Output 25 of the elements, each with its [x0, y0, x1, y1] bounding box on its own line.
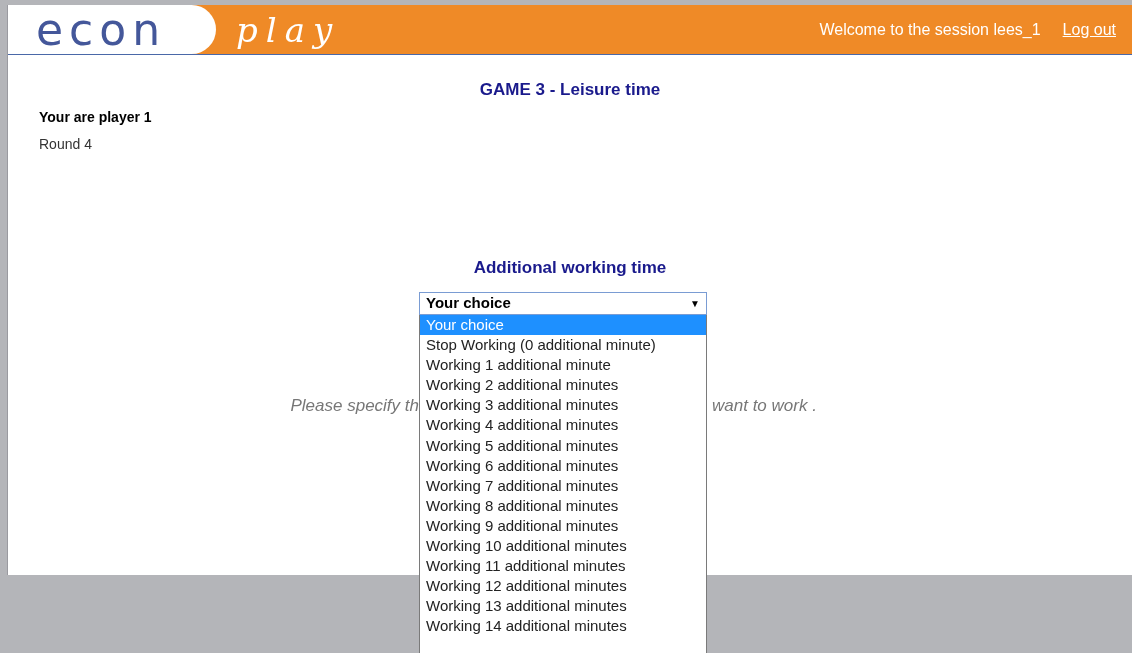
- section-title: Additional working time: [472, 256, 668, 279]
- dropdown-option[interactable]: Working 13 additional minutes: [420, 596, 706, 617]
- dropdown-option[interactable]: Working 2 additional minutes: [420, 375, 706, 396]
- choice-select[interactable]: Your choice ▼: [419, 292, 707, 315]
- player-label: Your are player 1: [39, 107, 153, 127]
- instruction-text: want to work .: [711, 396, 817, 415]
- dropdown-option[interactable]: Working 7 additional minutes: [420, 475, 706, 496]
- dropdown-option[interactable]: Working 9 additional minutes: [420, 515, 706, 537]
- game-title: GAME 3 - Leisure time: [478, 79, 662, 101]
- welcome-text: Welcome to the session lees_1: [819, 19, 1041, 40]
- dropdown-option[interactable]: Working 6 additional minutes: [420, 455, 706, 476]
- dropdown-option[interactable]: Working 5 additional minutes: [420, 435, 706, 456]
- dropdown-option[interactable]: Working 10 additional minutes: [420, 536, 706, 557]
- dropdown-option[interactable]: Working 14 additional minutes: [420, 616, 706, 637]
- logo: econ: [8, 5, 216, 54]
- dropdown-option[interactable]: Stop Working (0 additional minute): [420, 335, 706, 356]
- instruction-text: Please specify th: [290, 395, 419, 417]
- dropdown-option[interactable]: Working 8 additional minutes: [420, 495, 706, 516]
- round-label: Round 4: [39, 134, 93, 154]
- dropdown-option[interactable]: Working 12 additional minutes: [420, 576, 706, 597]
- dropdown-option[interactable]: Working 3 additional minutes: [420, 395, 706, 416]
- dropdown-option[interactable]: Working 1 additional minute: [420, 355, 706, 376]
- dropdown-option[interactable]: Working 4 additional minutes: [420, 415, 706, 436]
- dropdown-option[interactable]: Working 11 additional minutes: [420, 556, 706, 577]
- logo: play: [236, 12, 341, 47]
